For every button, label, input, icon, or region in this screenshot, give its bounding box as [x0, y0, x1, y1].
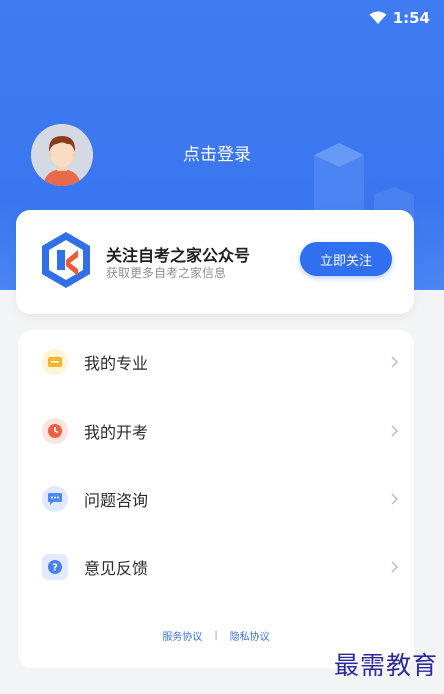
login-link[interactable]: 点击登录: [150, 140, 284, 165]
status-time: 1:54: [392, 9, 430, 27]
footer-separator: |: [214, 630, 218, 641]
menu-item-label: 意见反馈: [84, 559, 149, 578]
avatar[interactable]: [31, 124, 93, 186]
chevron-right-icon: [391, 561, 399, 573]
folder-icon: [42, 349, 68, 375]
watermark: 最需教育: [333, 651, 438, 680]
follow-title: 关注自考之家公众号: [106, 246, 251, 265]
follow-official-account-card: 关注自考之家公众号 获取更多自考之家信息 立即关注: [16, 210, 414, 314]
wifi-icon: [369, 11, 387, 24]
chevron-right-icon: [391, 493, 399, 505]
menu-item-label: 我的专业: [84, 354, 149, 373]
clock-icon: [42, 418, 68, 444]
chat-bubble-icon: [42, 486, 68, 512]
footer-links: 服务协议 | 隐私协议: [18, 628, 414, 643]
menu-item-label: 问题咨询: [84, 491, 149, 510]
status-bar: 1:54: [369, 6, 430, 30]
follow-subtitle: 获取更多自考之家信息: [106, 266, 227, 280]
brand-logo-icon: [42, 232, 90, 288]
menu-item-consultation[interactable]: 问题咨询: [18, 471, 414, 527]
avatar-icon: [31, 124, 93, 186]
menu-item-my-exam[interactable]: 我的开考: [18, 403, 414, 459]
svg-text:?: ?: [52, 563, 58, 574]
chevron-right-icon: [391, 356, 399, 368]
menu-item-feedback[interactable]: ? 意见反馈: [18, 539, 414, 595]
follow-now-button[interactable]: 立即关注: [300, 242, 392, 276]
menu-card: 我的专业 我的开考 问题咨询 ? 意见反馈 服务协议 | 隐私协议: [18, 330, 414, 668]
chevron-right-icon: [391, 425, 399, 437]
privacy-agreement-link[interactable]: 隐私协议: [230, 628, 270, 643]
question-icon: ?: [42, 554, 68, 580]
menu-item-label: 我的开考: [84, 423, 149, 442]
service-agreement-link[interactable]: 服务协议: [162, 628, 202, 643]
menu-item-my-major[interactable]: 我的专业: [18, 334, 414, 390]
